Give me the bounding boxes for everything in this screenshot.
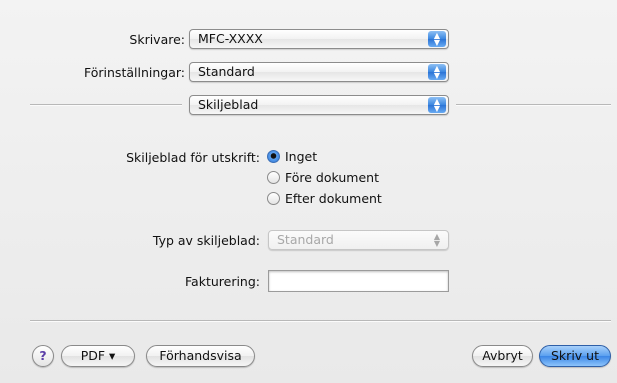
preview-button[interactable]: Förhandsvisa (146, 345, 255, 367)
radio-none-label: Inget (285, 149, 318, 164)
divider-right (456, 104, 611, 106)
printer-label: Skrivare: (129, 32, 185, 47)
panel-popup[interactable]: Skiljeblad ▲ ▼ (189, 95, 449, 115)
separator-type-value: Standard (277, 232, 334, 247)
radio-unselected-icon (267, 171, 280, 184)
separator-type-popup: Standard ▲ ▼ (268, 230, 449, 250)
radio-after-document[interactable]: Efter dokument (267, 191, 382, 206)
radio-before-document[interactable]: Före dokument (267, 170, 379, 185)
up-down-arrows-icon: ▲ ▼ (428, 64, 446, 80)
print-button[interactable]: Skriv ut (539, 345, 611, 367)
up-down-arrows-icon: ▲ ▼ (428, 31, 446, 47)
footer-divider (30, 320, 611, 322)
printer-value: MFC-XXXX (198, 31, 263, 46)
printer-popup[interactable]: MFC-XXXX ▲ ▼ (189, 29, 449, 49)
presets-popup[interactable]: Standard ▲ ▼ (189, 62, 449, 82)
presets-label: Förinställningar: (84, 65, 185, 80)
panel-value: Skiljeblad (198, 97, 259, 112)
radio-unselected-icon (267, 192, 280, 205)
help-icon[interactable]: ? (32, 345, 54, 367)
up-down-arrows-icon: ▲ ▼ (428, 97, 446, 113)
separator-type-label: Typ av skiljeblad: (152, 233, 260, 248)
separator-sheet-label: Skiljeblad för utskrift: (126, 150, 260, 165)
radio-selected-icon (267, 150, 280, 163)
cancel-button[interactable]: Avbryt (472, 345, 533, 367)
billing-label: Fakturering: (185, 274, 260, 289)
pdf-menu-button[interactable]: PDF ▾ (61, 345, 135, 367)
divider-left (30, 104, 182, 106)
radio-none[interactable]: Inget (267, 149, 317, 164)
print-dialog: Skrivare: MFC-XXXX ▲ ▼ Förinställningar: … (0, 0, 617, 383)
radio-after-label: Efter dokument (285, 191, 382, 206)
radio-before-label: Före dokument (285, 170, 379, 185)
billing-field[interactable] (268, 270, 449, 292)
up-down-arrows-icon: ▲ ▼ (433, 232, 441, 248)
presets-value: Standard (198, 64, 255, 79)
